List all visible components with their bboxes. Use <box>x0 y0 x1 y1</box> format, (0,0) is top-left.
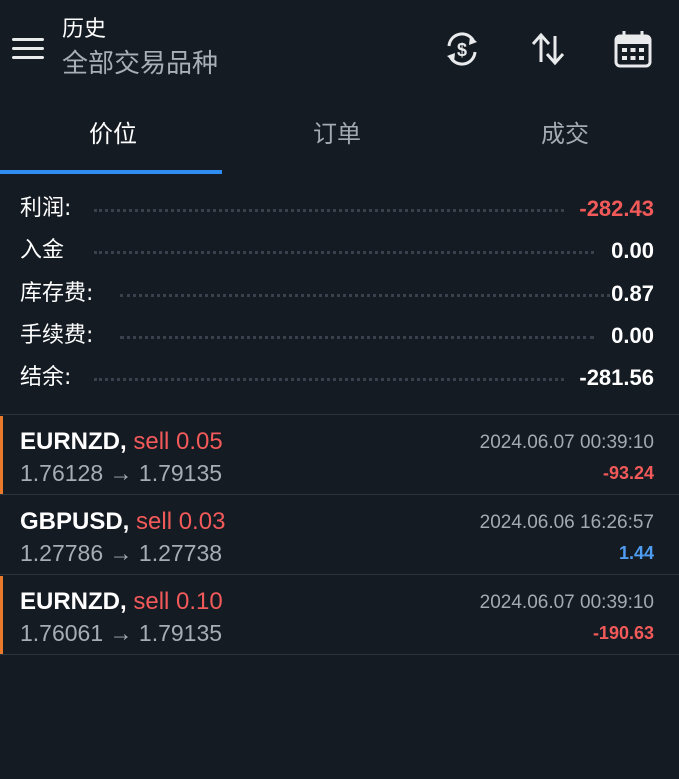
summary-row-commission: 手续费: 0.00 <box>20 315 654 357</box>
app-header: 历史 全部交易品种 $ <box>0 0 679 96</box>
trade-side-marker <box>0 576 3 654</box>
trade-symbol: GBPUSD, sell 0.03 <box>20 506 225 538</box>
trade-time: 2024.06.06 16:26:57 <box>479 512 654 533</box>
trade-type: sell 0.10 <box>133 588 223 615</box>
trade-profit: -190.63 <box>592 623 654 643</box>
trade-type: sell 0.03 <box>136 508 226 535</box>
summary-row-swap: 库存费: 0.87 <box>20 273 654 315</box>
deposit-value: 0.00 <box>611 238 654 263</box>
summary-row-deposit: 入金 0.00 <box>20 230 654 272</box>
dot-leader <box>120 336 594 339</box>
arrow-right-icon: → <box>109 460 133 486</box>
balance-value: -281.56 <box>579 365 654 390</box>
active-tab-indicator <box>0 170 222 174</box>
trade-symbol: EURNZD, sell 0.10 <box>20 586 223 618</box>
trade-symbol-name: EURNZD, <box>20 428 127 455</box>
dot-leader <box>94 209 564 212</box>
trade-time: 2024.06.07 00:39:10 <box>479 432 654 453</box>
dot-leader <box>94 251 594 254</box>
summary-label: 利润: <box>20 196 72 221</box>
summary-label: 结余: <box>20 365 72 390</box>
summary-label: 入金 <box>20 238 65 263</box>
trade-profit: 1.44 <box>618 543 654 563</box>
summary-label: 手续费: <box>20 323 94 348</box>
trade-symbol: EURNZD, sell 0.05 <box>20 426 223 458</box>
summary-row-balance: 结余: -281.56 <box>20 357 654 399</box>
trade-prices: 1.27786 → 1.27738 <box>20 538 222 568</box>
open-price: 1.76128 <box>20 460 104 486</box>
tab-positions[interactable]: 价位 <box>0 96 226 174</box>
trade-prices: 1.76128 → 1.79135 <box>20 458 222 488</box>
page-title: 历史 <box>62 17 107 42</box>
dot-leader <box>120 294 610 297</box>
trade-row[interactable]: EURNZD, sell 0.05 1.76128 → 1.79135 2024… <box>0 416 679 494</box>
summary-row-profit: 利润: -282.43 <box>20 188 654 230</box>
tab-bar: 价位 订单 成交 <box>0 96 679 174</box>
menu-icon[interactable] <box>12 36 44 60</box>
profit-value: -282.43 <box>579 196 654 221</box>
trade-row[interactable]: GBPUSD, sell 0.03 1.27786 → 1.27738 2024… <box>0 496 679 574</box>
tab-deals[interactable]: 成交 <box>452 96 678 174</box>
currency-sync-icon[interactable]: $ <box>441 28 483 70</box>
close-price: 1.79135 <box>138 620 223 646</box>
open-price: 1.27786 <box>20 540 104 566</box>
tab-orders[interactable]: 订单 <box>224 96 450 174</box>
divider <box>0 494 679 495</box>
svg-text:$: $ <box>457 40 467 60</box>
summary-label: 库存费: <box>20 281 94 306</box>
trade-profit: -93.24 <box>602 463 654 483</box>
close-price: 1.79135 <box>138 460 223 486</box>
trade-side-marker <box>0 416 3 494</box>
divider <box>0 654 679 655</box>
dot-leader <box>94 378 564 381</box>
close-price: 1.27738 <box>138 540 223 566</box>
trade-row[interactable]: EURNZD, sell 0.10 1.76061 → 1.79135 2024… <box>0 576 679 654</box>
commission-value: 0.00 <box>611 323 654 348</box>
open-price: 1.76061 <box>20 620 104 646</box>
trade-type: sell 0.05 <box>133 428 223 455</box>
trade-symbol-name: GBPUSD, <box>20 508 130 535</box>
divider <box>0 574 679 575</box>
sort-icon[interactable] <box>527 28 569 70</box>
trade-prices: 1.76061 → 1.79135 <box>20 618 222 648</box>
trade-symbol-name: EURNZD, <box>20 588 127 615</box>
swap-value: 0.87 <box>611 281 654 306</box>
arrow-right-icon: → <box>109 540 133 566</box>
calendar-icon[interactable] <box>612 28 654 70</box>
arrow-right-icon: → <box>109 620 133 646</box>
trade-time: 2024.06.07 00:39:10 <box>479 592 654 613</box>
symbol-filter[interactable]: 全部交易品种 <box>62 48 218 80</box>
divider <box>0 414 679 415</box>
